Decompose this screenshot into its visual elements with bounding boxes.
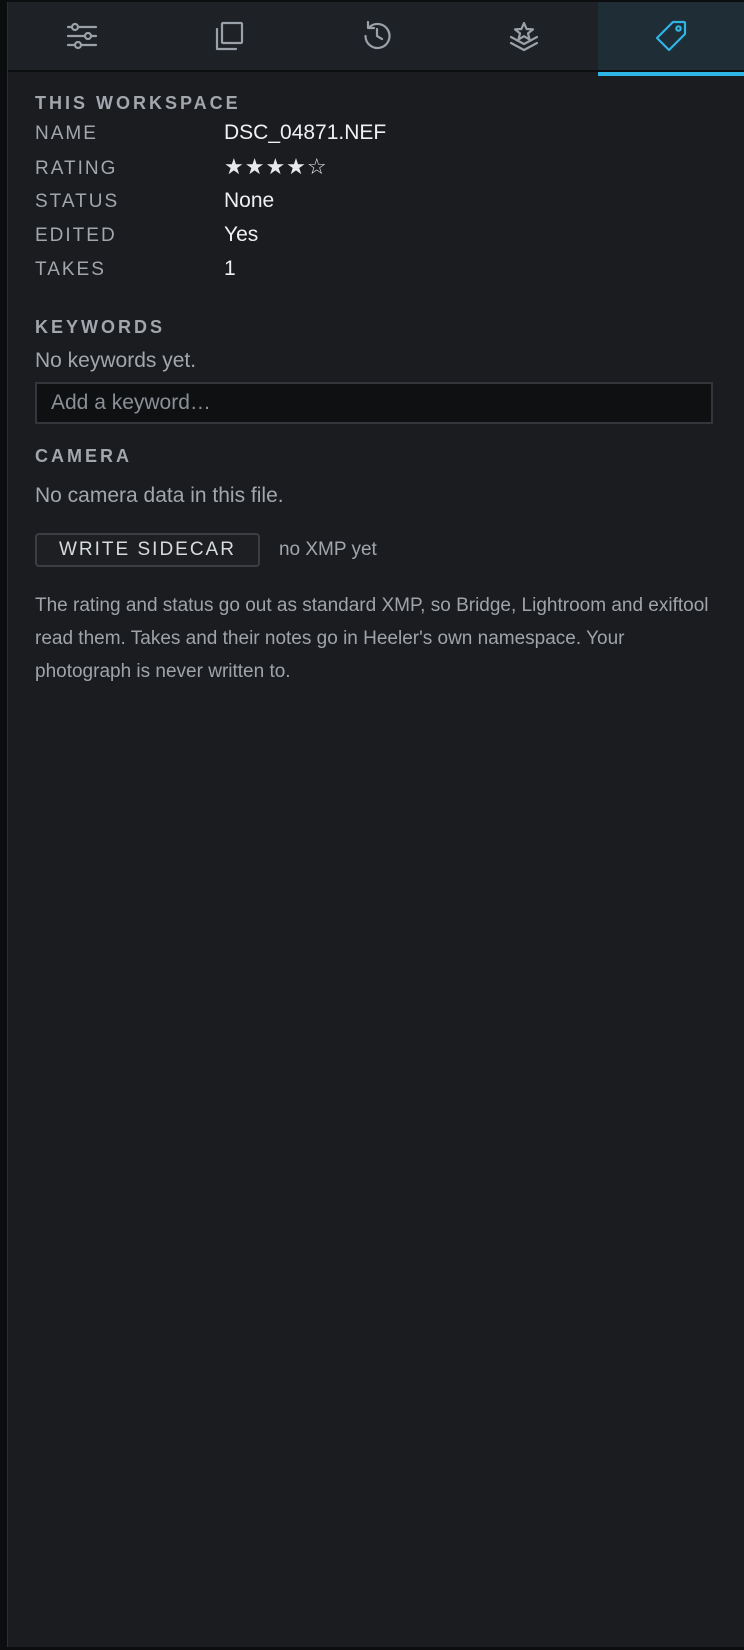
tab-copies[interactable] — [155, 2, 302, 70]
metadata-panel: THIS WORKSPACE NAME DSC_04871.NEF RATING… — [7, 2, 744, 1647]
meta-row-takes: TAKES 1 — [35, 257, 719, 291]
meta-value-edited: Yes — [224, 223, 259, 246]
section-title-workspace: THIS WORKSPACE — [35, 93, 241, 113]
section-title-keywords: KEYWORDS — [35, 317, 166, 337]
meta-value-takes: 1 — [224, 257, 236, 280]
meta-key-status: STATUS — [35, 191, 120, 212]
sidecar-row: WRITE SIDECAR no XMP yet — [35, 533, 719, 567]
meta-key-rating: RATING — [35, 158, 118, 179]
sidecar-info-text: The rating and status go out as standard… — [35, 595, 709, 682]
sliders-icon — [66, 22, 97, 50]
history-icon — [363, 20, 391, 50]
panel-content: THIS WORKSPACE NAME DSC_04871.NEF RATING… — [35, 92, 719, 688]
copy-icon — [216, 21, 244, 51]
rating-stars[interactable]: ★★★★☆ — [224, 155, 328, 180]
write-sidecar-button[interactable]: WRITE SIDECAR — [35, 533, 260, 567]
tab-adjustments[interactable] — [8, 2, 155, 70]
workspace-metadata-list: NAME DSC_04871.NEF RATING ★★★★☆ STATUS N… — [35, 121, 719, 291]
meta-row-status: STATUS None — [35, 189, 719, 223]
meta-row-edited: EDITED Yes — [35, 223, 719, 257]
tag-icon — [656, 20, 687, 52]
panel-tab-bar — [8, 2, 744, 76]
meta-value-name: DSC_04871.NEF — [224, 121, 387, 144]
keywords-empty-text: No keywords yet. — [35, 349, 197, 372]
xmp-status-text: no XMP yet — [278, 539, 377, 560]
tab-history[interactable] — [303, 2, 450, 70]
meta-value-status: None — [224, 189, 275, 212]
meta-key-edited: EDITED — [35, 225, 117, 246]
layers-star-icon — [509, 21, 539, 52]
meta-key-name: NAME — [35, 123, 98, 144]
keyword-input[interactable] — [35, 382, 713, 424]
meta-row-rating: RATING ★★★★☆ — [35, 155, 719, 189]
meta-row-name: NAME DSC_04871.NEF — [35, 121, 719, 155]
section-title-camera: CAMERA — [35, 446, 132, 466]
camera-empty-text: No camera data in this file. — [35, 484, 284, 507]
tab-layers[interactable] — [450, 2, 597, 70]
meta-key-takes: TAKES — [35, 259, 106, 280]
tab-metadata[interactable] — [597, 2, 744, 76]
